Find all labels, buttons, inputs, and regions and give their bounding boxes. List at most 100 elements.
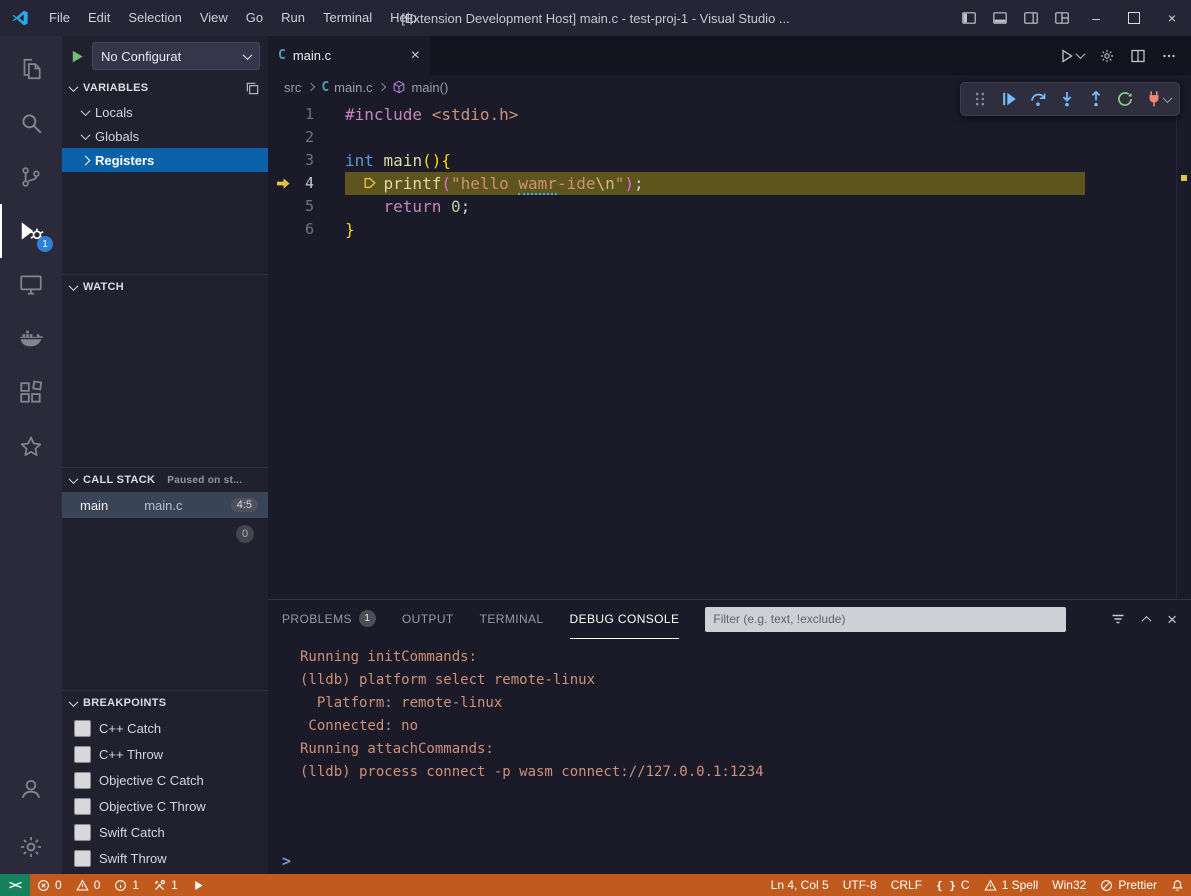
activity-extensions[interactable] xyxy=(0,366,62,420)
editor-gutter[interactable]: 5 xyxy=(268,195,345,218)
activity-docker[interactable] xyxy=(0,312,62,366)
breakpoint-checkbox[interactable] xyxy=(74,720,91,737)
panel-tab-debug-console[interactable]: DEBUG CONSOLE xyxy=(570,600,680,639)
breakpoint-checkbox[interactable] xyxy=(74,746,91,763)
tab-main-c[interactable]: C main.c × xyxy=(268,36,430,75)
menu-help[interactable]: Help xyxy=(381,0,426,36)
breadcrumb-item[interactable]: src xyxy=(284,80,301,95)
breakpoint-checkbox[interactable] xyxy=(74,850,91,867)
status-item-ln-4-col-5[interactable]: Ln 4, Col 5 xyxy=(764,874,836,896)
stack-frame[interactable]: main main.c 4:5 xyxy=(62,492,268,518)
panel-tab-output[interactable]: OUTPUT xyxy=(402,600,454,639)
activity-explorer[interactable] xyxy=(0,42,62,96)
status-item-1[interactable]: 1 xyxy=(107,874,146,896)
start-debugging-icon[interactable] xyxy=(70,49,85,64)
console-filter-input[interactable] xyxy=(705,607,1066,632)
activity-settings[interactable] xyxy=(0,820,62,874)
breakpoint-row[interactable]: Swift Catch xyxy=(62,819,268,845)
collapse-all-icon[interactable] xyxy=(245,81,260,96)
variables-group-globals[interactable]: Globals xyxy=(62,124,268,148)
menu-run[interactable]: Run xyxy=(272,0,314,36)
filter-lines-icon[interactable] xyxy=(1110,611,1126,627)
breakpoint-checkbox[interactable] xyxy=(74,772,91,789)
breakpoint-checkbox[interactable] xyxy=(74,798,91,815)
activity-remote-explorer[interactable] xyxy=(0,258,62,312)
menu-go[interactable]: Go xyxy=(237,0,272,36)
status-item-debug-play[interactable] xyxy=(185,874,212,896)
panel-tab-problems[interactable]: PROBLEMS1 xyxy=(282,600,376,639)
panel-tab-terminal[interactable]: TERMINAL xyxy=(480,600,544,639)
menu-file[interactable]: File xyxy=(40,0,79,36)
variables-header[interactable]: VARIABLES xyxy=(62,76,268,100)
editor-gutter[interactable]: 4 xyxy=(268,172,345,195)
activity-run-debug[interactable]: 1 xyxy=(0,204,62,258)
remote-indicator[interactable]: >< xyxy=(0,874,30,896)
menu-selection[interactable]: Selection xyxy=(119,0,190,36)
breakpoint-row[interactable]: Objective C Throw xyxy=(62,793,268,819)
customize-layout-icon[interactable] xyxy=(1046,0,1077,36)
tab-close-icon[interactable]: × xyxy=(411,48,420,64)
activity-source-control[interactable] xyxy=(0,150,62,204)
status-item-prettier[interactable]: Prettier xyxy=(1093,874,1164,896)
menu-terminal[interactable]: Terminal xyxy=(314,0,381,36)
minimize-button[interactable]: – xyxy=(1077,0,1115,36)
code-editor[interactable]: 1#include <stdio.h>23int main(){4 printf… xyxy=(268,99,1191,599)
breakpoint-row[interactable]: Swift Throw xyxy=(62,845,268,871)
editor-gutter[interactable]: 3 xyxy=(268,149,345,172)
step-out-button[interactable] xyxy=(1081,84,1110,114)
debug-config-select[interactable]: No Configurat xyxy=(92,42,260,70)
run-menu-button[interactable] xyxy=(1059,48,1084,64)
toolbar-grip-icon[interactable] xyxy=(965,84,994,114)
activity-accounts[interactable] xyxy=(0,762,62,816)
close-panel-icon[interactable]: × xyxy=(1167,611,1177,628)
editor-gutter[interactable]: 1 xyxy=(268,103,345,126)
split-editor-icon[interactable] xyxy=(1130,48,1146,64)
maximize-button[interactable] xyxy=(1115,0,1153,36)
continue-button[interactable] xyxy=(994,84,1023,114)
breakpoint-row[interactable]: C++ Throw xyxy=(62,741,268,767)
inline-breakpoint-icon[interactable] xyxy=(363,176,377,190)
breadcrumb-item[interactable]: main() xyxy=(392,80,448,95)
toggle-primary-sidebar-icon[interactable] xyxy=(953,0,984,36)
restart-button[interactable] xyxy=(1110,84,1139,114)
variables-group-registers[interactable]: Registers xyxy=(62,148,268,172)
activity-search[interactable] xyxy=(0,96,62,150)
code-line-2[interactable]: 2 xyxy=(268,126,1191,149)
menu-view[interactable]: View xyxy=(191,0,237,36)
close-button[interactable]: × xyxy=(1153,0,1191,36)
status-item-1[interactable]: 1 xyxy=(146,874,185,896)
status-item-utf-8[interactable]: UTF-8 xyxy=(836,874,884,896)
variables-group-locals[interactable]: Locals xyxy=(62,100,268,124)
watch-header[interactable]: WATCH xyxy=(62,274,268,299)
settings-gear-icon[interactable] xyxy=(1099,48,1115,64)
activity-star[interactable] xyxy=(0,420,62,474)
toggle-panel-icon[interactable] xyxy=(984,0,1015,36)
more-actions-icon[interactable] xyxy=(1161,48,1177,64)
status-item-0[interactable]: 0 xyxy=(30,874,69,896)
editor-gutter[interactable]: 6 xyxy=(268,218,345,241)
menu-edit[interactable]: Edit xyxy=(79,0,119,36)
status-item-bell[interactable] xyxy=(1164,874,1191,896)
code-line-6[interactable]: 6} xyxy=(268,218,1191,241)
debug-console-output[interactable]: Running initCommands:(lldb) platform sel… xyxy=(268,638,1191,848)
breakpoint-row[interactable]: C++ Catch xyxy=(62,715,268,741)
breakpoint-row[interactable]: Objective C Catch xyxy=(62,767,268,793)
code-line-4[interactable]: 4 printf("hello wamr-ide\n"); xyxy=(268,172,1191,195)
code-line-3[interactable]: 3int main(){ xyxy=(268,149,1191,172)
code-line-5[interactable]: 5 return 0; xyxy=(268,195,1191,218)
step-over-button[interactable] xyxy=(1023,84,1052,114)
status-item-crlf[interactable]: CRLF xyxy=(884,874,929,896)
status-item-0[interactable]: 0 xyxy=(69,874,108,896)
debug-console-input[interactable]: > xyxy=(268,848,1191,874)
step-into-button[interactable] xyxy=(1052,84,1081,114)
breadcrumb-item[interactable]: C main.c xyxy=(321,80,372,95)
status-item-c[interactable]: { } C xyxy=(929,874,977,896)
toggle-secondary-sidebar-icon[interactable] xyxy=(1015,0,1046,36)
maximize-panel-icon[interactable] xyxy=(1142,615,1152,625)
call-stack-header[interactable]: CALL STACK Paused on st... xyxy=(62,467,268,492)
status-item-1-spell[interactable]: 1 Spell xyxy=(977,874,1046,896)
status-item-win32[interactable]: Win32 xyxy=(1045,874,1093,896)
breakpoints-header[interactable]: BREAKPOINTS xyxy=(62,690,268,715)
breakpoint-checkbox[interactable] xyxy=(74,824,91,841)
editor-gutter[interactable]: 2 xyxy=(268,126,345,149)
